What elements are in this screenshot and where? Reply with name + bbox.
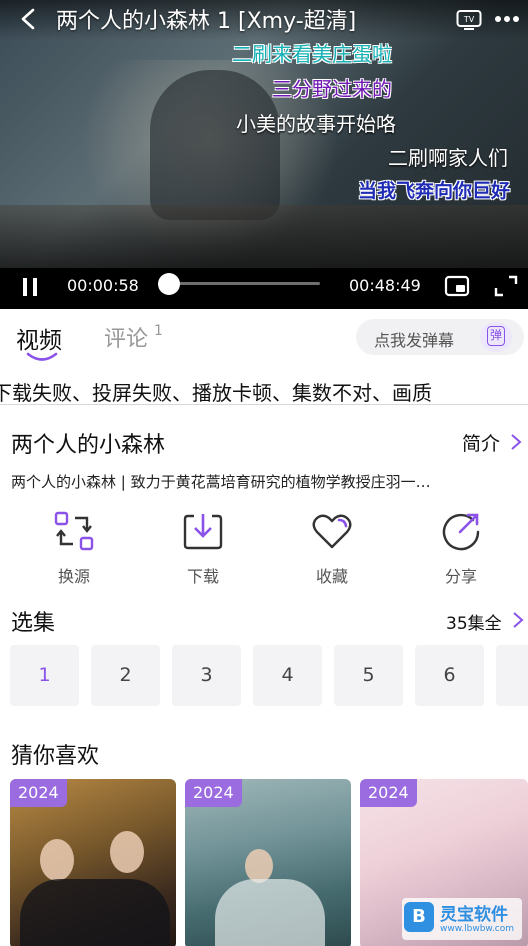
back-arrow-icon[interactable] (18, 8, 40, 30)
episode-button[interactable]: 2 (91, 645, 160, 706)
danmaku-send-icon[interactable]: 弹 (480, 322, 512, 352)
poster-figure (110, 831, 144, 873)
player-control-bar: 00:00:58 00:48:49 (0, 268, 528, 309)
switch-source-label: 换源 (57, 567, 90, 586)
heart-icon (312, 514, 352, 549)
fullscreen-icon[interactable] (493, 274, 519, 298)
switch-source-icon (54, 511, 94, 551)
svg-text:TV: TV (463, 15, 475, 24)
video-frame-figure (150, 70, 280, 220)
watermark-name: 灵宝软件 (440, 905, 508, 925)
download-icon (183, 514, 223, 550)
download-label: 下载 (186, 567, 219, 586)
watermark-url: www.lbwbw.com (440, 924, 515, 934)
progress-bar[interactable] (158, 273, 320, 295)
danmaku-comment: 当我飞奔向你巨好 (358, 180, 511, 202)
video-frame-desk (0, 205, 528, 275)
more-dots-icon[interactable] (494, 10, 520, 28)
show-title: 两个人的小森林 (11, 433, 166, 458)
poster-figure (20, 879, 170, 946)
site-watermark: B 灵宝软件 www.lbwbw.com (402, 898, 522, 940)
episode-button[interactable]: 1 (10, 645, 79, 706)
comment-count-badge: 1 (154, 323, 163, 339)
pause-icon[interactable] (20, 276, 40, 298)
tab-active-indicator (26, 352, 58, 361)
danmaku-comment: 小美的故事开始咯 (236, 112, 396, 136)
episode-button[interactable]: 6 (415, 645, 484, 706)
danmaku-comment: 二刷来看美庄蛋啦 (232, 42, 392, 66)
poster-figure (245, 849, 273, 883)
recommend-card[interactable]: 2024 (185, 779, 351, 946)
episode-button[interactable]: 5 (334, 645, 403, 706)
switch-source-button[interactable]: 换源 (34, 510, 114, 590)
tab-comment[interactable]: 评论 (104, 321, 148, 353)
watermark-logo-icon: B (404, 902, 434, 932)
chevron-right-icon[interactable] (512, 611, 524, 629)
year-badge: 2024 (185, 779, 242, 807)
intro-link[interactable]: 简介 (462, 429, 500, 456)
show-description[interactable]: 两个人的小森林 | 致力于黄花蒿培育研究的植物学教授庄羽一… (11, 471, 511, 492)
download-button[interactable]: 下载 (163, 510, 243, 590)
favorite-button[interactable]: 收藏 (292, 510, 372, 590)
share-button[interactable]: 分享 (421, 510, 501, 590)
episode-list[interactable]: 123456 (10, 645, 528, 707)
picture-in-picture-icon[interactable] (444, 274, 470, 298)
scrolling-notice[interactable]: 下载失败、投屏失败、播放卡顿、集数不对、画质 (0, 371, 528, 405)
tab-video[interactable]: 视频 (16, 321, 62, 355)
video-player[interactable]: 两个人的小森林 1 [Xmy-超清] TV 二刷来看美庄蛋啦 三分野过来的 小美… (0, 0, 528, 309)
episode-button[interactable]: 3 (172, 645, 241, 706)
divider (0, 404, 528, 405)
year-badge: 2024 (360, 779, 417, 807)
chevron-right-icon[interactable] (510, 433, 522, 451)
video-title: 两个人的小森林 1 [Xmy-超清] (56, 9, 357, 34)
progress-knob[interactable] (158, 273, 181, 295)
recommend-card[interactable]: 2024 (10, 779, 176, 946)
episodes-title: 选集 (11, 611, 56, 636)
share-icon (442, 513, 480, 551)
episode-button[interactable] (496, 645, 528, 706)
cast-tv-icon[interactable]: TV (456, 8, 482, 30)
player-top-bar: 两个人的小森林 1 [Xmy-超清] TV (0, 0, 528, 38)
episodes-total[interactable]: 35集全 (446, 609, 502, 634)
danmaku-comment: 三分野过来的 (272, 77, 392, 101)
share-label: 分享 (444, 567, 477, 586)
danmaku-input[interactable]: 点我发弹幕 弹 (356, 319, 524, 355)
danmaku-input-placeholder: 点我发弹幕 (374, 331, 455, 350)
poster-figure (215, 879, 325, 946)
episode-button[interactable]: 4 (253, 645, 322, 706)
content-tabs: 视频 评论 1 点我发弹幕 弹 (0, 309, 528, 371)
favorite-label: 收藏 (315, 567, 348, 586)
recommend-title: 猜你喜欢 (11, 744, 100, 769)
danmaku-comment: 二刷啊家人们 (388, 146, 508, 170)
poster-figure (40, 839, 74, 881)
danmaku-send-icon-label: 弹 (487, 326, 505, 346)
year-badge: 2024 (10, 779, 67, 807)
current-time: 00:00:58 (67, 276, 139, 295)
total-time: 00:48:49 (349, 276, 421, 295)
notice-text: 下载失败、投屏失败、播放卡顿、集数不对、画质 (0, 381, 432, 405)
